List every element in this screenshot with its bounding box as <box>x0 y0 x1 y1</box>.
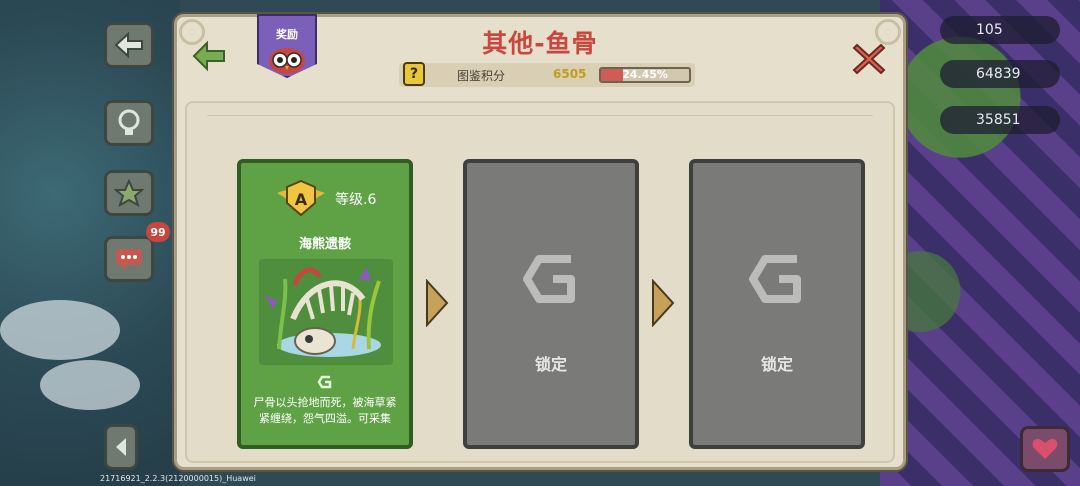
card-area: A 等级.6 海熊遗骸 尸骨以头抢地而死，被海草紧紧缠绕，怨气四溢。可采集 锁定… <box>185 101 895 463</box>
hud-favorites-button[interactable] <box>104 170 154 216</box>
question-mark-icon[interactable]: ? <box>403 62 425 86</box>
creature-name: 海熊遗骸 <box>298 237 351 252</box>
cloud <box>0 300 120 360</box>
coin-counter: 64839 <box>940 60 1060 88</box>
g-logo-icon <box>749 255 801 303</box>
g-logo-icon <box>523 255 575 303</box>
score-value: 6505 <box>553 67 587 81</box>
chevron-left-icon <box>116 438 126 456</box>
cloud <box>40 360 140 410</box>
lightbulb-icon <box>118 109 140 135</box>
close-icon <box>852 43 886 75</box>
divider-line <box>207 115 873 116</box>
hud-hint-button[interactable] <box>104 100 154 146</box>
heart-icon <box>1032 438 1058 459</box>
creature-card-locked[interactable]: 锁定 <box>463 159 639 449</box>
gem-count: 105 <box>976 22 1003 38</box>
card-level: 等级.6 <box>335 192 377 208</box>
collection-panel: 奖励 其他-鱼骨 ? 图鉴积分 6505 24.45% A 等级.6 海熊遗骸 … <box>174 14 906 470</box>
fish-skeleton-illustration <box>259 259 393 365</box>
hud-prev-button[interactable] <box>104 424 138 470</box>
chat-unread-badge: 99 <box>146 222 170 242</box>
level-row: A 等级.6 <box>275 179 376 219</box>
locked-label: 锁定 <box>760 355 793 374</box>
hud-chat-button[interactable] <box>104 236 154 282</box>
gem-counter: 105 <box>940 16 1060 44</box>
progress-text: 24.45% <box>622 68 668 81</box>
rank-badge-icon: A <box>277 179 325 217</box>
version-label: 21716921_2.2.3(2120000015)_Huawei <box>100 474 256 483</box>
locked-label: 锁定 <box>534 355 567 374</box>
hud-back-button[interactable] <box>104 22 154 68</box>
rank-letter: A <box>295 190 308 209</box>
chat-bubble-icon <box>116 249 142 270</box>
blue-resource-counter: 35851 <box>940 106 1060 134</box>
blue-resource-count: 35851 <box>976 112 1021 128</box>
score-label: 图鉴积分 <box>457 69 506 83</box>
progression-arrow-icon <box>426 279 449 327</box>
creature-description: 尸骨以头抢地而死，被海草紧紧缠绕，怨气四溢。可采集 <box>253 396 397 425</box>
star-icon <box>114 179 144 207</box>
creature-card-locked[interactable]: 锁定 <box>689 159 865 449</box>
progress-bar: 24.45% <box>599 67 691 83</box>
progression-arrow-icon <box>652 279 675 327</box>
hud-likes-button[interactable] <box>1020 426 1070 472</box>
creature-card-unlocked[interactable]: A 等级.6 海熊遗骸 尸骨以头抢地而死，被海草紧紧缠绕，怨气四溢。可采集 <box>237 159 413 449</box>
arrow-left-icon <box>114 32 143 58</box>
g-logo-icon <box>317 375 332 389</box>
page-title: 其他-鱼骨 <box>482 29 598 58</box>
close-button[interactable] <box>849 39 889 79</box>
coin-count: 64839 <box>976 66 1021 82</box>
